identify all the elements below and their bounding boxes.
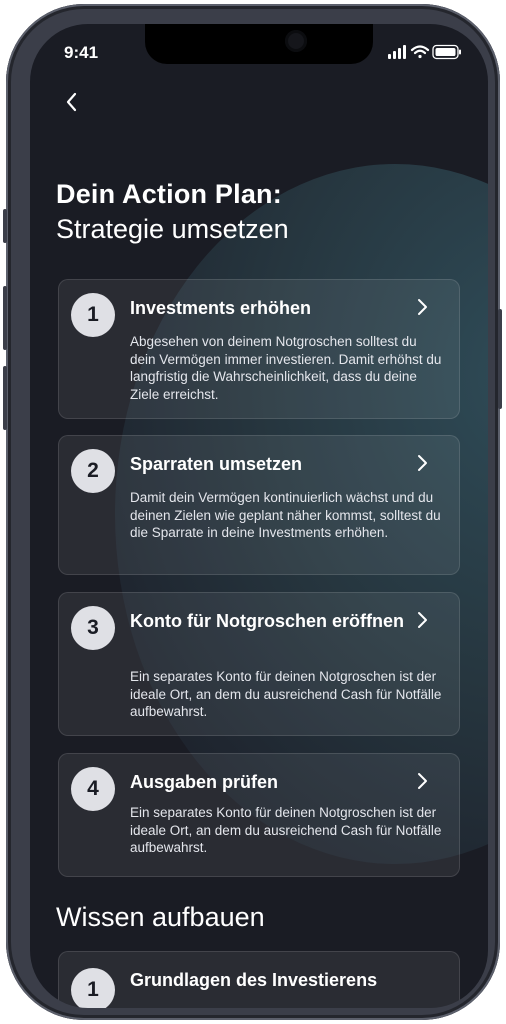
section-heading: Wissen aufbauen xyxy=(56,902,265,932)
action-card-3[interactable]: 3 Konto für Notgroschen eröffnen Ein sep… xyxy=(58,592,460,736)
chevron-right-icon xyxy=(418,299,427,315)
action-card-4[interactable]: 4 Ausgaben prüfen Ein separates Konto fü… xyxy=(58,753,460,877)
card-title: Sparraten umsetzen xyxy=(130,454,303,474)
chevron-right-icon xyxy=(418,455,427,471)
card-description: Ein separates Konto für deinen Notgrosch… xyxy=(130,669,442,719)
card-description: Ein separates Konto für deinen Notgrosch… xyxy=(130,805,442,855)
card-title: Grundlagen des Investierens xyxy=(130,970,378,990)
card-description: Abgesehen von deinem Notgroschen solltes… xyxy=(130,334,442,402)
page-title: Dein Action Plan: xyxy=(56,179,282,209)
page-subtitle: Strategie umsetzen xyxy=(56,214,289,244)
step-number: 4 xyxy=(71,767,115,811)
step-number: 1 xyxy=(71,293,115,337)
action-card-2[interactable]: 2 Sparraten umsetzen Damit dein Vermögen… xyxy=(58,435,460,575)
status-time: 9:41 xyxy=(64,43,99,62)
volume-up-button xyxy=(3,286,7,350)
phone-frame: 9:41 Dein Action Plan: Strategie umsetze… xyxy=(3,4,502,1020)
step-number: 3 xyxy=(71,606,115,650)
action-card-1[interactable]: 1 Investments erhöhen Abgesehen von dein… xyxy=(58,279,460,419)
status-icons xyxy=(388,44,461,60)
card-title: Ausgaben prüfen xyxy=(130,772,279,792)
front-camera xyxy=(285,30,307,52)
back-arrow-icon[interactable] xyxy=(62,88,82,116)
chevron-right-icon xyxy=(418,612,427,628)
step-number: 2 xyxy=(71,449,115,493)
wifi-icon xyxy=(410,45,430,59)
step-number: 1 xyxy=(71,968,115,1008)
power-button xyxy=(498,309,502,409)
app-screen: 9:41 Dein Action Plan: Strategie umsetze… xyxy=(30,24,488,1008)
chevron-right-icon xyxy=(418,773,427,789)
notch xyxy=(145,24,373,64)
battery-icon xyxy=(432,44,461,60)
card-title: Investments erhöhen xyxy=(130,298,312,318)
knowledge-card-1[interactable]: 1 Grundlagen des Investierens xyxy=(58,951,460,1008)
signal-icon xyxy=(388,45,406,59)
volume-down-button xyxy=(3,366,7,430)
card-description: Damit dein Vermögen kontinuierlich wächs… xyxy=(130,490,441,540)
mute-switch xyxy=(3,209,7,243)
card-title: Konto für Notgroschen eröffnen xyxy=(130,611,404,631)
